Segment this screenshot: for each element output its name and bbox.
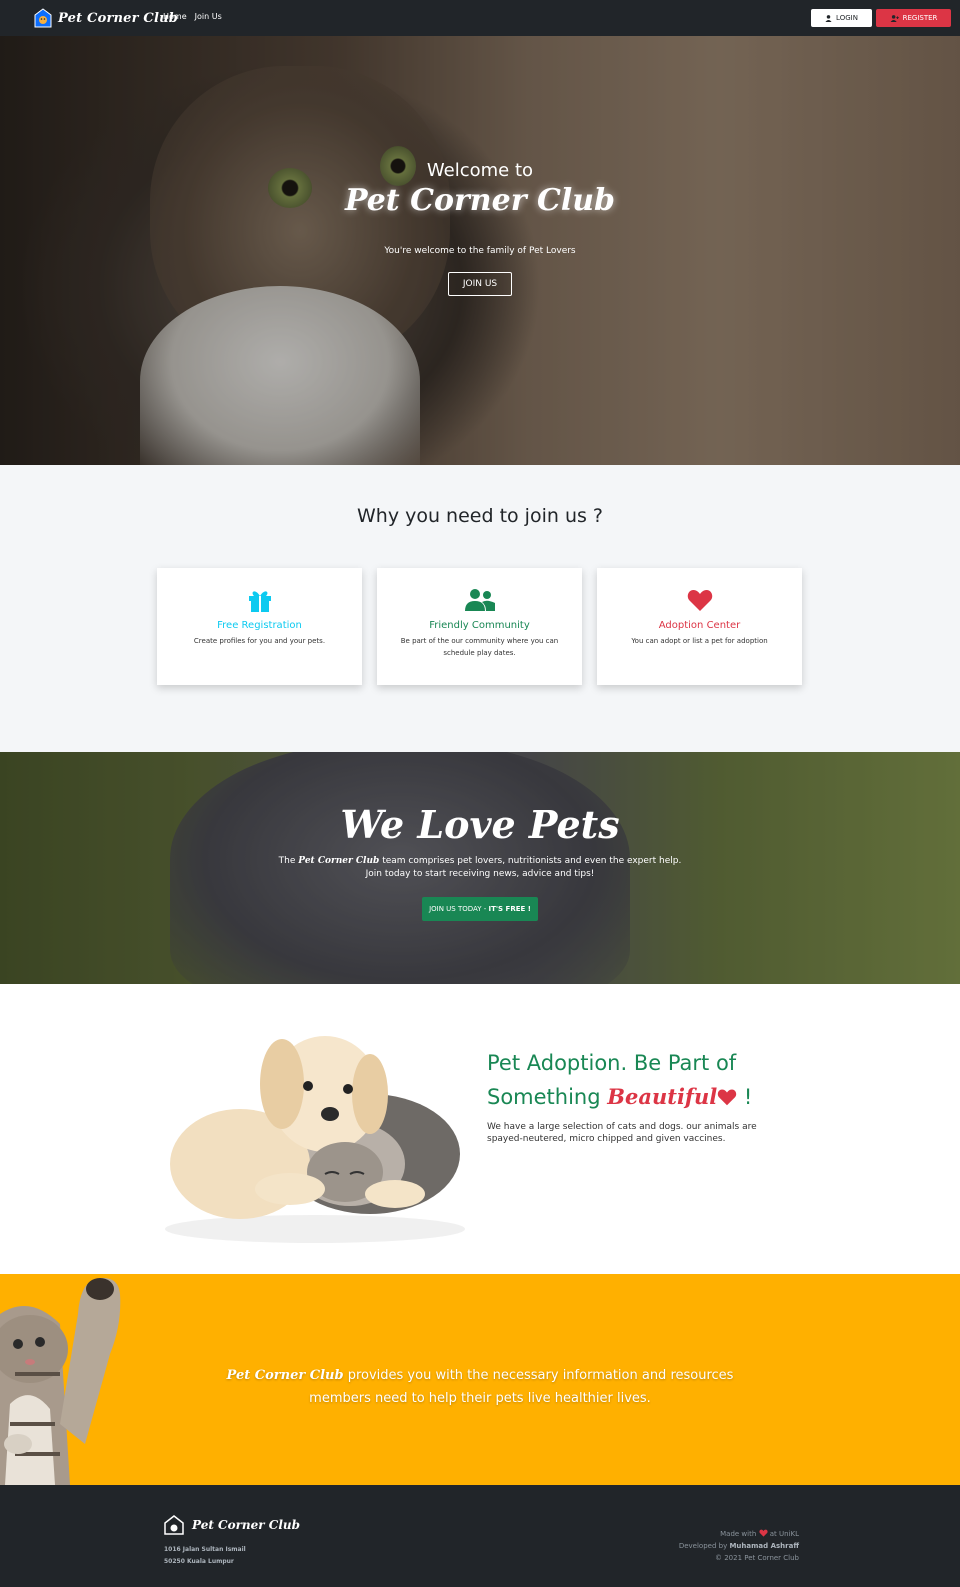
developed-by-line: Developed by Muhamad Ashraff [679,1540,799,1552]
hero-welcome: Welcome to [426,160,534,181]
love-description: The Pet Corner Club team comprises pet l… [0,855,960,881]
join-today-button[interactable]: JOIN US TODAY - IT'S FREE ! [422,897,538,921]
card-title: Adoption Center [658,620,741,631]
user-icon [825,14,832,22]
heart-icon [687,590,712,611]
why-title: Why you need to join us ? [356,505,604,527]
adoption-title: Pet Adoption. Be Part of Something Beaut… [487,1046,817,1114]
info-banner-text: Pet Corner Club provides you with the ne… [0,1364,960,1410]
heart-icon [758,1529,768,1537]
brand-link[interactable]: Pet Corner Club [34,8,178,28]
we-love-pets-section: We Love Pets The Pet Corner Club team co… [0,752,960,984]
hero-brand-title: Pet Corner Club [344,183,616,218]
register-label: REGISTER [902,14,938,22]
heart-icon [718,1089,737,1106]
footer-credits: Made with at UniKL Developed by Muhamad … [679,1528,799,1564]
gift-icon [248,591,271,612]
brand-name: Pet Corner Club [58,10,179,26]
hero-subtitle: You're welcome to the family of Pet Love… [384,246,576,256]
adoption-title-beautiful: Beautiful [607,1084,718,1109]
top-navbar: Pet Corner Club Home Join Us LOGIN REGIS… [0,0,960,36]
feature-card-adoption: Adoption Center You can adopt or list a … [597,568,802,685]
love-text-brand: Pet Corner Club [298,856,380,866]
join-today-free: IT'S FREE ! [488,905,531,913]
puppy-kitten-image [165,1036,465,1243]
feature-card-community: Friendly Community Be part of the our co… [377,568,582,685]
love-text-prefix: The [278,856,296,866]
card-desc: Create profiles for you and your pets. [193,637,326,645]
address-line2: 50250 Kuala Lumpur [164,1558,234,1565]
user-plus-icon [890,14,899,22]
made-with-line: Made with at UniKL [679,1528,799,1540]
info-banner-line1: provides you with the necessary informat… [347,1368,734,1383]
join-today-label: JOIN US TODAY - [429,905,487,913]
feature-card-registration: Free Registration Create profiles for yo… [157,568,362,685]
info-banner-section: Pet Corner Club provides you with the ne… [0,1274,960,1485]
card-title: Friendly Community [429,620,530,631]
nav-links: Home Join Us [163,12,222,21]
hero-section: Welcome to Pet Corner Club You're welcom… [0,36,960,465]
card-desc: You can adopt or list a pet for adoption [631,637,768,645]
adoption-description: We have a large selection of cats and do… [487,1122,757,1144]
love-title: We Love Pets [340,802,620,847]
info-banner-line2: members need to help their pets live hea… [309,1391,651,1406]
card-desc: Be part of the our community where you c… [400,637,559,657]
copyright: © 2021 Pet Corner Club [715,1554,799,1562]
info-banner-brand: Pet Corner Club [226,1368,344,1383]
card-title: Free Registration [217,620,302,631]
register-button[interactable]: REGISTER [876,9,951,27]
adoption-title-suffix: ! [743,1085,753,1109]
footer-brand-name: Pet Corner Club [192,1518,301,1532]
developed-prefix: Developed by [678,1542,728,1550]
made-prefix: Made with [720,1530,757,1538]
love-text-line2: Join today to start receiving news, advi… [365,869,595,879]
footer: Pet Corner Club 1016 Jalan Sultan Ismail… [0,1485,960,1587]
login-label: LOGIN [836,14,858,22]
love-content: We Love Pets The Pet Corner Club team co… [0,802,960,921]
why-join-section: Why you need to join us ? Free Registrat… [0,465,960,752]
love-text-rest: team comprises pet lovers, nutritionists… [382,856,682,866]
users-icon [464,589,495,611]
developer-name: Muhamad Ashraff [729,1542,799,1550]
made-suffix: at UniKL [769,1530,799,1538]
login-button[interactable]: LOGIN [811,9,872,27]
house-logo-icon [164,1515,184,1535]
adoption-title-line1: Pet Adoption. Be Part of [487,1051,737,1075]
footer-brand: Pet Corner Club [164,1515,300,1535]
adoption-title-line2: Something [487,1085,601,1109]
hero-join-button[interactable]: JOIN US [447,272,513,296]
nav-link-join-us[interactable]: Join Us [195,12,222,21]
pet-adoption-section: Pet Adoption. Be Part of Something Beaut… [0,984,960,1274]
footer-address: 1016 Jalan Sultan Ismail 50250 Kuala Lum… [164,1544,246,1568]
house-logo-icon [34,8,52,28]
nav-link-home[interactable]: Home [163,12,187,21]
address-line1: 1016 Jalan Sultan Ismail [164,1546,246,1553]
hero-content: Welcome to Pet Corner Club You're welcom… [0,160,960,296]
